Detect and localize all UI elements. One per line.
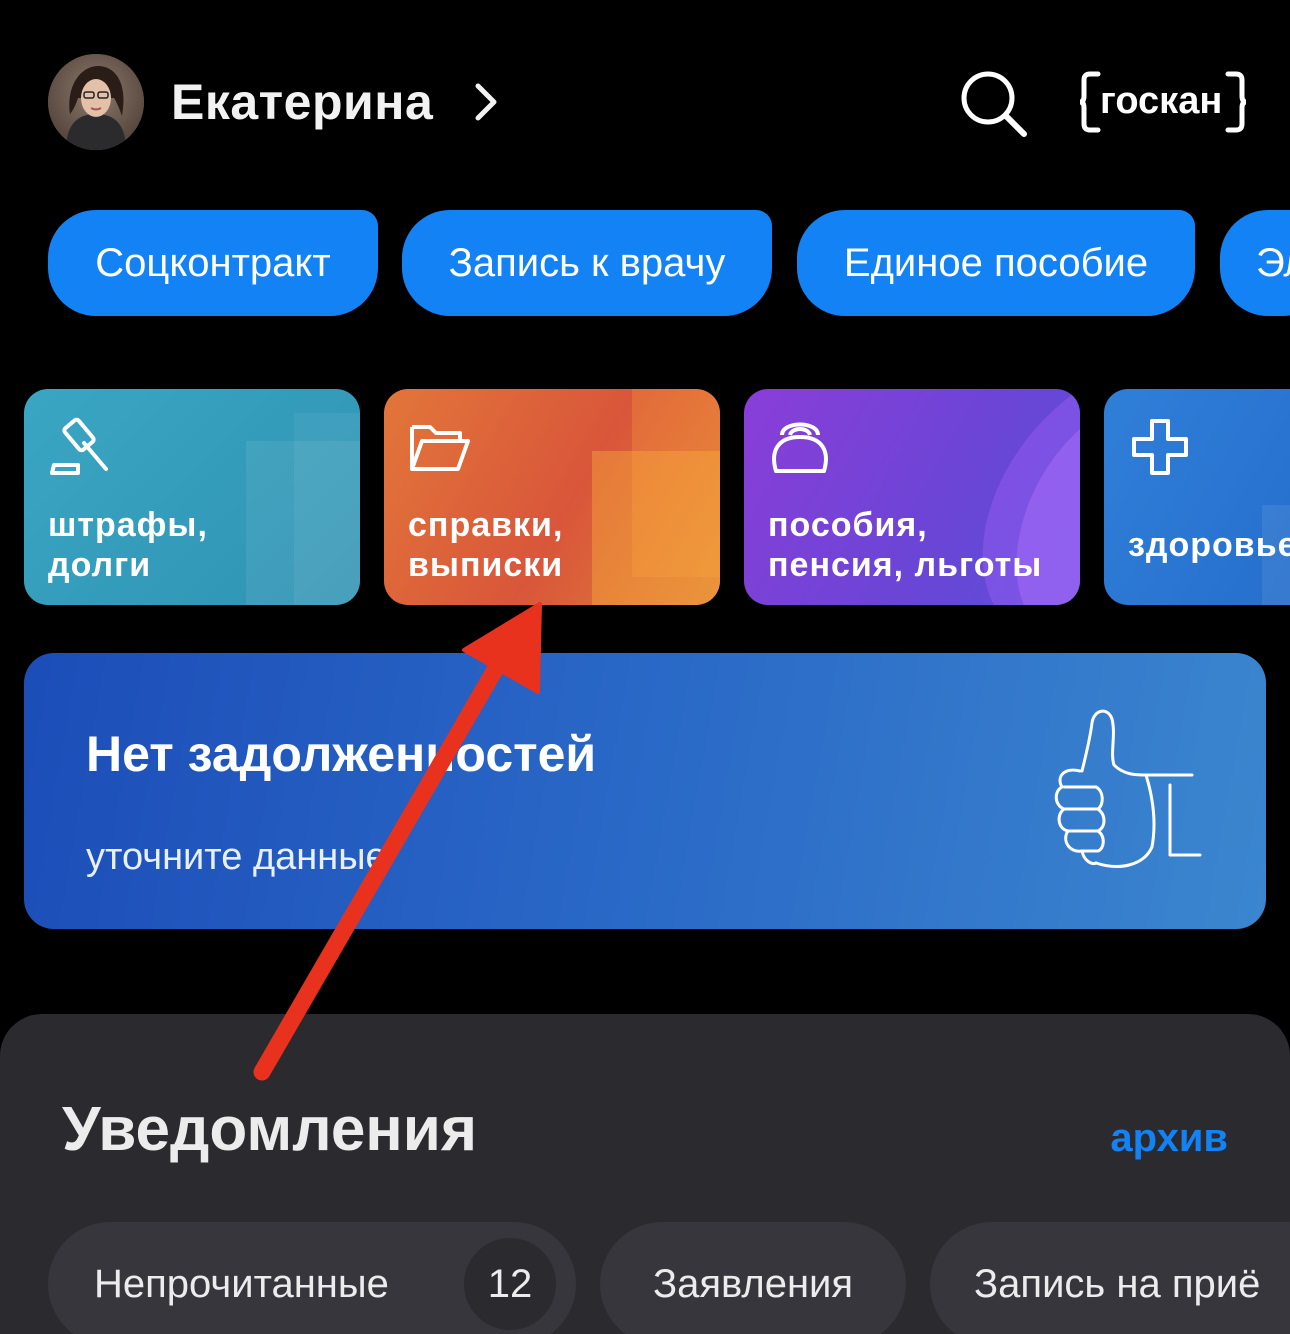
notifications-title: Уведомления [62,1095,478,1164]
chip-doctor-appointment[interactable]: Запись к врачу [402,210,772,316]
goscan-label: госкан [1100,80,1223,122]
category-health[interactable]: здоровье [1104,389,1290,605]
chip-unified-benefit[interactable]: Единое пособие [797,210,1195,316]
category-label: пособия, пенсия, льготы [768,505,1042,585]
gavel-icon [50,417,108,475]
thumbs-up-icon [1054,709,1202,868]
tile-decoration [294,413,360,605]
avatar-photo [48,54,144,150]
category-benefits-pension[interactable]: пособия, пенсия, льготы [744,389,1080,605]
category-fines-debts[interactable]: штрафы, долги [24,389,360,605]
filter-label: Непрочитанные [94,1261,389,1306]
unread-count-badge: 12 [464,1238,556,1330]
archive-link[interactable]: архив [1110,1114,1228,1162]
category-label-line2: долги [48,546,152,584]
filter-applications[interactable]: Заявления [600,1222,906,1334]
plus-cross-icon [1132,419,1188,475]
category-label-line1: пособия, [768,506,928,544]
filter-appointments[interactable]: Запись на приё [930,1222,1290,1334]
app-header: Екатерина госкан [0,0,1290,200]
debts-banner[interactable]: Нет задолженностей уточните данные [24,653,1266,929]
purse-icon [772,422,828,473]
chip-soccontract[interactable]: Соцконтракт [48,210,378,316]
filter-label: Запись на приё [974,1261,1261,1306]
tile-decoration [632,389,720,577]
filter-unread[interactable]: Непрочитанные 12 [48,1222,576,1334]
chevron-right-icon[interactable] [468,80,504,124]
category-certificates-extracts[interactable]: справки, выписки [384,389,720,605]
goscan-button[interactable]: госкан [1080,70,1246,134]
user-avatar[interactable] [48,54,144,150]
category-label: штрафы, долги [48,505,208,585]
user-name[interactable]: Екатерина [171,70,433,134]
category-label: здоровье [1128,525,1290,565]
notifications-panel: Уведомления архив Непрочитанные 12 Заявл… [0,1014,1290,1334]
category-label-line1: штрафы, [48,506,208,544]
chip-partial[interactable]: Эл [1220,210,1290,316]
banner-subtitle: уточните данные [86,836,387,878]
category-label-line1: здоровье [1128,526,1290,564]
category-label-line2: выписки [408,546,564,584]
category-label-line1: справки, [408,506,564,544]
category-label-line2: пенсия, льготы [768,546,1043,584]
filter-label: Заявления [652,1261,854,1306]
search-icon[interactable] [956,66,1032,142]
folder-icon [410,425,470,471]
banner-title: Нет задолженностей [86,726,597,782]
category-label: справки, выписки [408,505,563,585]
